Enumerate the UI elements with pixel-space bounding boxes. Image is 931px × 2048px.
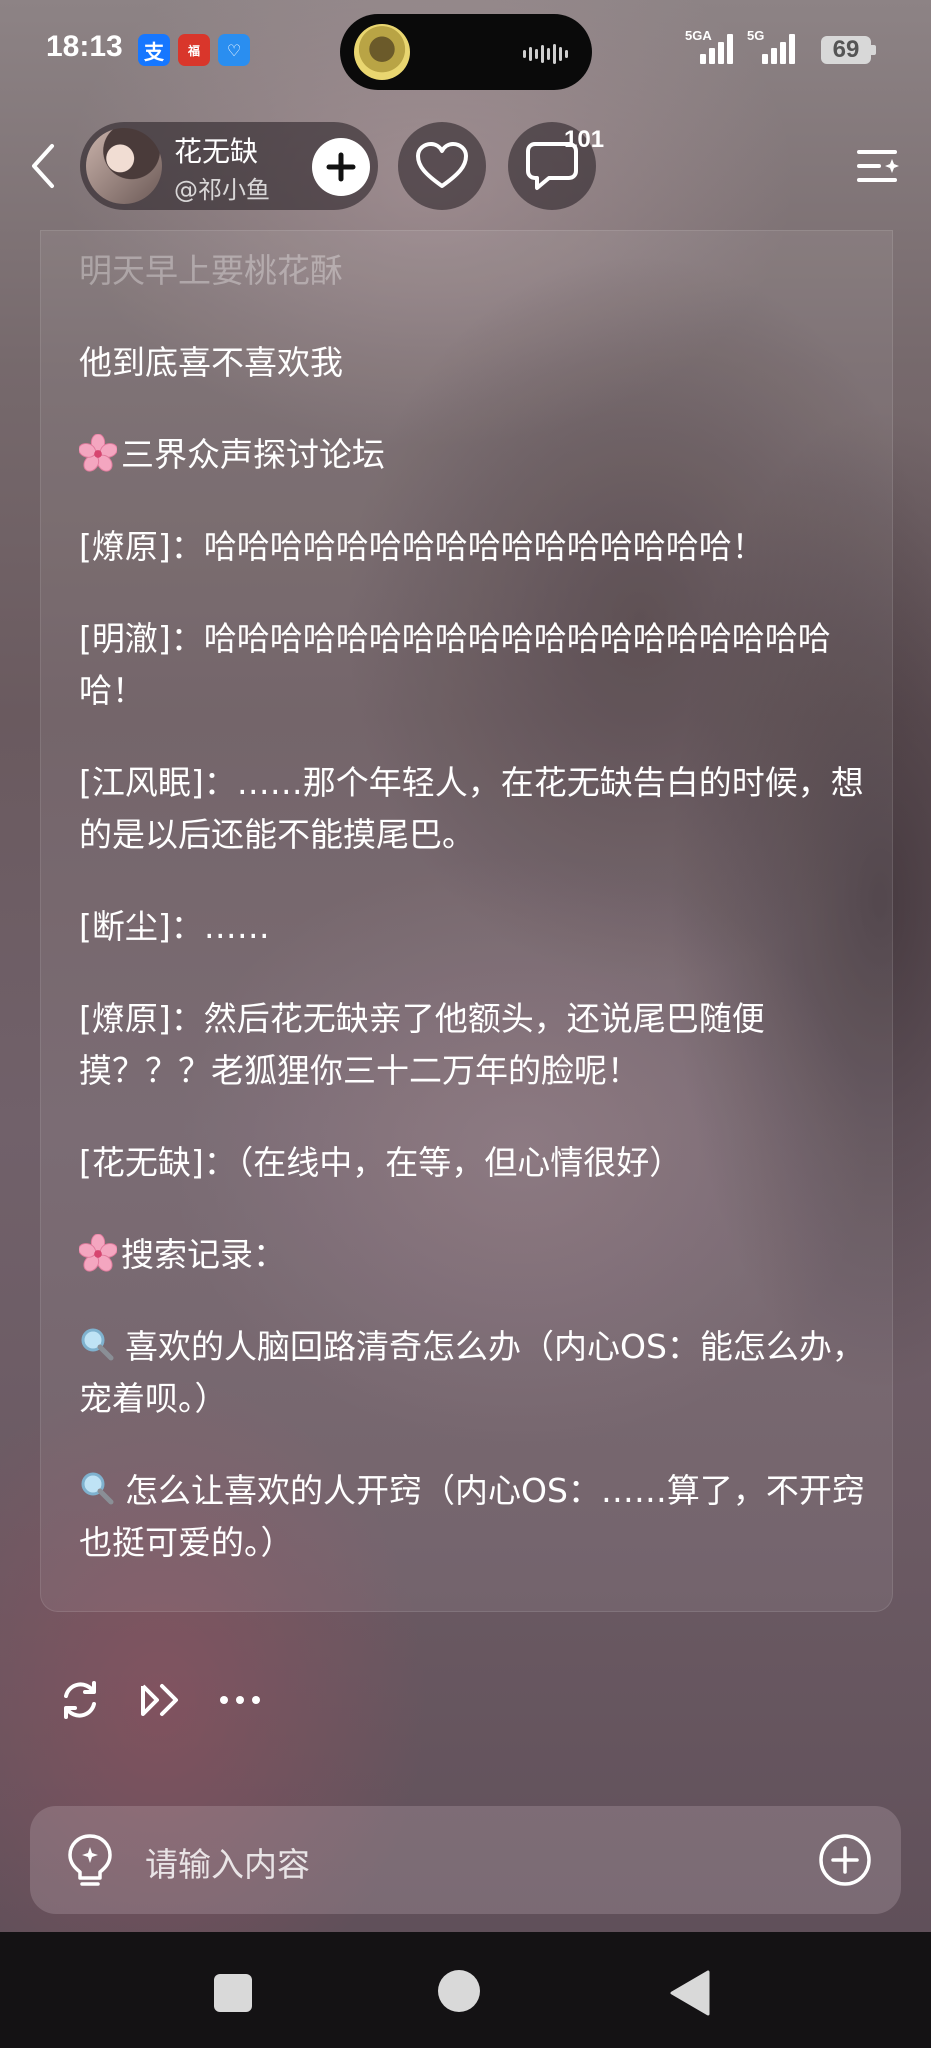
cherry-blossom-icon [79, 434, 117, 472]
message-paragraph: [燎原]：哈哈哈哈哈哈哈哈哈哈哈哈哈哈哈哈！ [79, 527, 765, 566]
magnifier-icon [81, 1472, 114, 1505]
message-input[interactable]: 请输入内容 [145, 1838, 310, 1886]
red-app-icon: 福 [178, 34, 210, 66]
cherry-blossom-icon [79, 1234, 117, 1272]
chat-screen: 18:13 支 福 ♡ 5GA 5G 69 花无缺 @祁小鱼 101 明天早上要… [0, 0, 931, 2048]
message-paragraph-search: 搜索记录： [79, 1229, 869, 1281]
follow-button[interactable] [312, 138, 370, 196]
search-history-heading: 搜索记录： [121, 1235, 286, 1274]
forum-heading: 三界众声探讨论坛 [121, 435, 385, 474]
alipay-icon: 支 [138, 34, 170, 66]
system-nav-bar [0, 1932, 931, 2048]
message-paragraph: 明天早上要桃花酥 [79, 251, 343, 290]
album-art-icon [354, 24, 410, 80]
magnifier-icon [81, 1328, 114, 1361]
status-bar: 18:13 支 福 ♡ 5GA 5G 69 [0, 0, 931, 100]
more-dots-icon [220, 1696, 260, 1704]
refresh-icon [64, 1681, 96, 1719]
signal-5g-icon: 5G [747, 28, 795, 64]
heart-icon [416, 142, 468, 188]
comment-count: 101 [564, 126, 605, 153]
regenerate-button[interactable] [50, 1670, 110, 1730]
chat-header: 花无缺 @祁小鱼 101 [0, 118, 931, 216]
signal-5ga-icon: 5GA [685, 28, 733, 64]
status-time: 18:13 [46, 30, 123, 63]
audio-wave-icon [523, 44, 568, 64]
add-attachment-button[interactable] [817, 1832, 873, 1888]
message-paragraph: [明澈]：哈哈哈哈哈哈哈哈哈哈哈哈哈哈哈哈哈哈哈哈！ [79, 619, 831, 710]
message-paragraph: [燎原]：然后花无缺亲了他额头，还说尾巴随便摸？？？老狐狸你三十二万年的脸呢！ [79, 999, 765, 1090]
character-profile[interactable]: 花无缺 @祁小鱼 [80, 122, 378, 210]
plus-icon [326, 152, 356, 182]
blue-app-icon: ♡ [218, 34, 250, 66]
message-actions [50, 1670, 350, 1740]
continue-button[interactable] [130, 1670, 190, 1730]
recents-button[interactable] [208, 1968, 258, 2018]
character-name: 花无缺 [174, 135, 259, 168]
search-query: 怎么让喜欢的人开窍（内心OS：……算了，不开窍也挺可爱的。） [79, 1471, 865, 1562]
dynamic-island[interactable] [340, 14, 592, 90]
battery-indicator: 69 [821, 36, 871, 64]
message-card[interactable]: 明天早上要桃花酥 他到底喜不喜欢我 三界众声探讨论坛 [燎原]：哈哈哈哈哈哈哈哈… [40, 230, 893, 1612]
battery-tip [871, 45, 876, 55]
message-paragraph: [江风眠]：……那个年轻人，在花无缺告白的时候，想的是以后还能不能摸尾巴。 [79, 763, 864, 854]
message-paragraph: [花无缺]：（在线中，在等，但心情很好） [79, 1143, 683, 1182]
message-paragraph: [断尘]：…… [79, 907, 270, 946]
back-nav-button[interactable] [666, 1968, 716, 2018]
menu-button[interactable] [851, 140, 907, 192]
message-paragraph: 他到底喜不喜欢我 [79, 343, 343, 382]
more-options-button[interactable] [210, 1670, 270, 1730]
message-paragraph-forum: 三界众声探讨论坛 [79, 429, 869, 481]
creator-handle: @祁小鱼 [174, 176, 270, 204]
chevron-left-icon [32, 144, 54, 188]
fast-forward-icon [141, 1684, 178, 1716]
back-button[interactable] [18, 138, 68, 194]
list-sparkle-icon [857, 150, 899, 182]
notification-icons: 支 福 ♡ [138, 34, 250, 66]
avatar[interactable] [86, 128, 162, 204]
message-text: 明天早上要桃花酥 他到底喜不喜欢我 三界众声探讨论坛 [燎原]：哈哈哈哈哈哈哈哈… [79, 245, 869, 1609]
home-button[interactable] [436, 1968, 482, 2014]
message-paragraph-query: 怎么让喜欢的人开窍（内心OS：……算了，不开窍也挺可爱的。） [79, 1465, 869, 1569]
message-input-bar[interactable]: 请输入内容 [30, 1806, 901, 1914]
like-button[interactable] [398, 122, 486, 210]
search-query: 喜欢的人脑回路清奇怎么办（内心OS：能怎么办，宠着呗。） [79, 1327, 865, 1418]
message-paragraph-query: 喜欢的人脑回路清奇怎么办（内心OS：能怎么办，宠着呗。） [79, 1321, 869, 1425]
lightbulb-icon[interactable] [60, 1830, 120, 1890]
